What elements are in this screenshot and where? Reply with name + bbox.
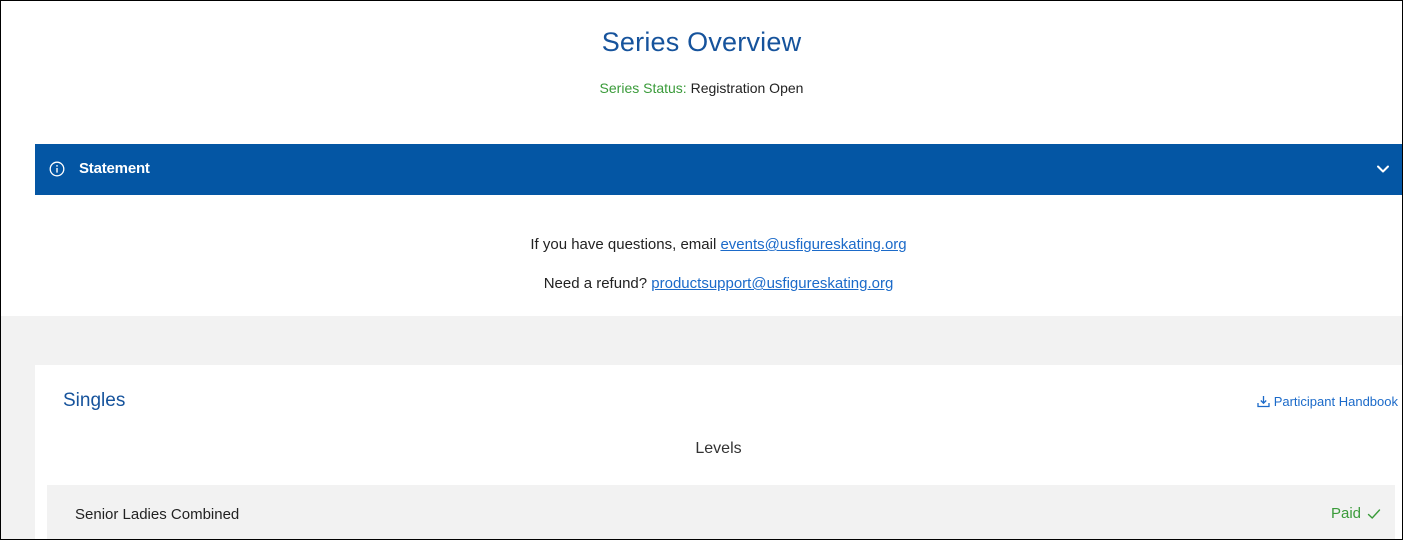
refund-text: Need a refund? bbox=[543, 275, 648, 292]
info-icon bbox=[49, 161, 65, 177]
singles-card: Singles Participant Handbook Levels Seni… bbox=[35, 365, 1402, 539]
page-title: Series Overview bbox=[601, 27, 802, 57]
level-row[interactable]: Senior Ladies Combined Paid bbox=[47, 485, 1395, 539]
page-frame: Series Overview Series Status: Registrat… bbox=[0, 0, 1403, 540]
contact-info: If you have questions, email events@usfi… bbox=[35, 195, 1402, 315]
download-icon bbox=[1257, 396, 1270, 408]
series-status: Series Status: Registration Open bbox=[1, 80, 1402, 96]
questions-line: If you have questions, email events@usfi… bbox=[35, 236, 1402, 253]
chevron-down-icon[interactable] bbox=[1376, 162, 1390, 176]
events-email-link[interactable]: events@usfigureskating.org bbox=[720, 236, 906, 253]
support-email-link[interactable]: productsupport@usfigureskating.org bbox=[651, 275, 893, 292]
statement-label: Statement bbox=[79, 160, 150, 177]
statement-accordion-header[interactable]: Statement bbox=[35, 144, 1402, 195]
level-name: Senior Ladies Combined bbox=[75, 506, 240, 523]
series-status-value: Registration Open bbox=[690, 80, 804, 96]
check-icon bbox=[1367, 508, 1381, 519]
levels-heading: Levels bbox=[695, 440, 742, 457]
singles-title: Singles bbox=[63, 390, 126, 411]
questions-text: If you have questions, email bbox=[530, 236, 717, 253]
refund-line: Need a refund? productsupport@usfiguresk… bbox=[35, 275, 1402, 292]
participant-handbook-link[interactable]: Participant Handbook bbox=[1257, 394, 1398, 409]
series-status-label: Series Status: bbox=[599, 80, 687, 96]
participant-handbook-label: Participant Handbook bbox=[1273, 394, 1398, 409]
level-status-label: Paid bbox=[1330, 505, 1361, 522]
level-status: Paid bbox=[1331, 505, 1381, 522]
